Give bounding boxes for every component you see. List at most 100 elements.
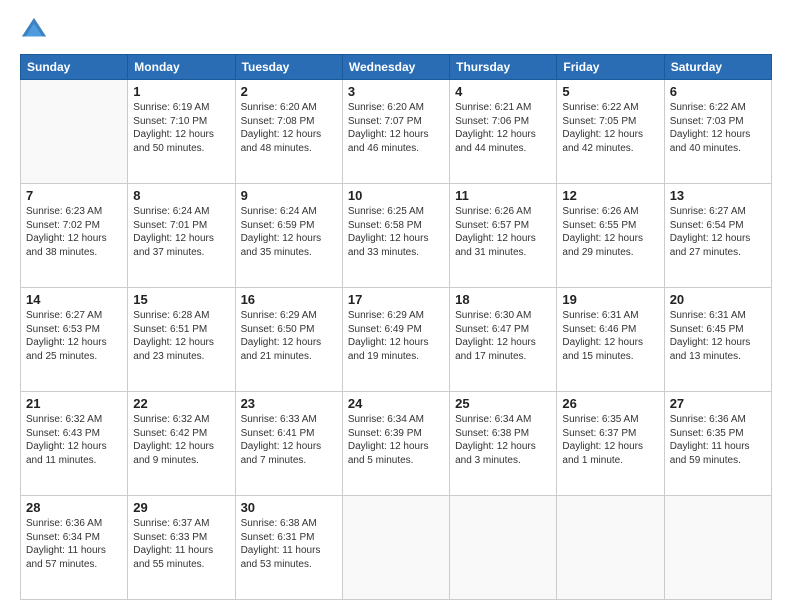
day-number: 27 [670, 396, 766, 411]
cell-details: Sunrise: 6:38 AMSunset: 6:31 PMDaylight:… [241, 517, 337, 571]
cell-details: Sunrise: 6:32 AMSunset: 6:42 PMDaylight:… [133, 413, 229, 467]
calendar-week-row: 14Sunrise: 6:27 AMSunset: 6:53 PMDayligh… [21, 288, 772, 392]
cell-details: Sunrise: 6:25 AMSunset: 6:58 PMDaylight:… [348, 205, 444, 259]
calendar-day-header: Sunday [21, 55, 128, 80]
calendar-cell: 21 Sunrise: 6:32 AMSunset: 6:43 PMDayligh… [21, 392, 128, 496]
calendar-cell: 3 Sunrise: 6:20 AMSunset: 7:07 PMDaylight… [342, 80, 449, 184]
calendar-cell: 5 Sunrise: 6:22 AMSunset: 7:05 PMDaylight… [557, 80, 664, 184]
calendar-cell: 12 Sunrise: 6:26 AMSunset: 6:55 PMDayligh… [557, 184, 664, 288]
calendar-cell: 15 Sunrise: 6:28 AMSunset: 6:51 PMDayligh… [128, 288, 235, 392]
calendar-cell: 22 Sunrise: 6:32 AMSunset: 6:42 PMDayligh… [128, 392, 235, 496]
header [20, 16, 772, 44]
day-number: 24 [348, 396, 444, 411]
day-number: 15 [133, 292, 229, 307]
cell-details: Sunrise: 6:20 AMSunset: 7:07 PMDaylight:… [348, 101, 444, 155]
calendar-cell: 14Sunrise: 6:27 AMSunset: 6:53 PMDayligh… [21, 288, 128, 392]
calendar-cell [557, 496, 664, 600]
day-number: 12 [562, 188, 658, 203]
day-number: 17 [348, 292, 444, 307]
calendar-day-header: Saturday [664, 55, 771, 80]
calendar-cell: 11 Sunrise: 6:26 AMSunset: 6:57 PMDayligh… [450, 184, 557, 288]
calendar-cell: 8 Sunrise: 6:24 AMSunset: 7:01 PMDaylight… [128, 184, 235, 288]
day-number: 28 [26, 500, 122, 515]
calendar-day-header: Monday [128, 55, 235, 80]
day-number: 18 [455, 292, 551, 307]
calendar-day-header: Thursday [450, 55, 557, 80]
day-number: 7 [26, 188, 122, 203]
cell-details: Sunrise: 6:31 AMSunset: 6:45 PMDaylight:… [670, 309, 766, 363]
calendar-cell: 18 Sunrise: 6:30 AMSunset: 6:47 PMDayligh… [450, 288, 557, 392]
calendar-cell: 23 Sunrise: 6:33 AMSunset: 6:41 PMDayligh… [235, 392, 342, 496]
cell-details: Sunrise: 6:34 AMSunset: 6:38 PMDaylight:… [455, 413, 551, 467]
calendar-cell: 19 Sunrise: 6:31 AMSunset: 6:46 PMDayligh… [557, 288, 664, 392]
calendar-cell: 2 Sunrise: 6:20 AMSunset: 7:08 PMDaylight… [235, 80, 342, 184]
calendar-header-row: SundayMondayTuesdayWednesdayThursdayFrid… [21, 55, 772, 80]
logo [20, 16, 52, 44]
cell-details: Sunrise: 6:22 AMSunset: 7:03 PMDaylight:… [670, 101, 766, 155]
calendar-week-row: 7 Sunrise: 6:23 AMSunset: 7:02 PMDaylight… [21, 184, 772, 288]
cell-details: Sunrise: 6:36 AMSunset: 6:35 PMDaylight:… [670, 413, 766, 467]
calendar-cell: 9Sunrise: 6:24 AMSunset: 6:59 PMDaylight… [235, 184, 342, 288]
day-number: 11 [455, 188, 551, 203]
calendar-cell [21, 80, 128, 184]
cell-details: Sunrise: 6:30 AMSunset: 6:47 PMDaylight:… [455, 309, 551, 363]
cell-details: Sunrise: 6:24 AMSunset: 7:01 PMDaylight:… [133, 205, 229, 259]
cell-details: Sunrise: 6:27 AMSunset: 6:54 PMDaylight:… [670, 205, 766, 259]
calendar-cell: 29 Sunrise: 6:37 AMSunset: 6:33 PMDayligh… [128, 496, 235, 600]
calendar-week-row: 1 Sunrise: 6:19 AMSunset: 7:10 PMDaylight… [21, 80, 772, 184]
cell-details: Sunrise: 6:28 AMSunset: 6:51 PMDaylight:… [133, 309, 229, 363]
day-number: 16 [241, 292, 337, 307]
calendar-cell [664, 496, 771, 600]
day-number: 22 [133, 396, 229, 411]
cell-details: Sunrise: 6:32 AMSunset: 6:43 PMDaylight:… [26, 413, 122, 467]
cell-details: Sunrise: 6:26 AMSunset: 6:55 PMDaylight:… [562, 205, 658, 259]
day-number: 20 [670, 292, 766, 307]
calendar-cell: 16 Sunrise: 6:29 AMSunset: 6:50 PMDayligh… [235, 288, 342, 392]
day-number: 9 [241, 188, 337, 203]
calendar-cell: 26 Sunrise: 6:35 AMSunset: 6:37 PMDayligh… [557, 392, 664, 496]
calendar-cell: 24Sunrise: 6:34 AMSunset: 6:39 PMDayligh… [342, 392, 449, 496]
cell-details: Sunrise: 6:19 AMSunset: 7:10 PMDaylight:… [133, 101, 229, 155]
day-number: 30 [241, 500, 337, 515]
cell-details: Sunrise: 6:26 AMSunset: 6:57 PMDaylight:… [455, 205, 551, 259]
day-number: 5 [562, 84, 658, 99]
calendar-cell: 25Sunrise: 6:34 AMSunset: 6:38 PMDayligh… [450, 392, 557, 496]
logo-icon [20, 16, 48, 44]
day-number: 21 [26, 396, 122, 411]
calendar-cell [450, 496, 557, 600]
day-number: 6 [670, 84, 766, 99]
calendar-week-row: 28 Sunrise: 6:36 AMSunset: 6:34 PMDayligh… [21, 496, 772, 600]
calendar-cell: 7 Sunrise: 6:23 AMSunset: 7:02 PMDaylight… [21, 184, 128, 288]
cell-details: Sunrise: 6:33 AMSunset: 6:41 PMDaylight:… [241, 413, 337, 467]
day-number: 2 [241, 84, 337, 99]
cell-details: Sunrise: 6:35 AMSunset: 6:37 PMDaylight:… [562, 413, 658, 467]
day-number: 23 [241, 396, 337, 411]
cell-details: Sunrise: 6:21 AMSunset: 7:06 PMDaylight:… [455, 101, 551, 155]
cell-details: Sunrise: 6:29 AMSunset: 6:49 PMDaylight:… [348, 309, 444, 363]
calendar-cell: 27 Sunrise: 6:36 AMSunset: 6:35 PMDayligh… [664, 392, 771, 496]
calendar-cell: 28 Sunrise: 6:36 AMSunset: 6:34 PMDayligh… [21, 496, 128, 600]
cell-details: Sunrise: 6:36 AMSunset: 6:34 PMDaylight:… [26, 517, 122, 571]
calendar-cell: 1 Sunrise: 6:19 AMSunset: 7:10 PMDaylight… [128, 80, 235, 184]
day-number: 1 [133, 84, 229, 99]
calendar-cell: 10 Sunrise: 6:25 AMSunset: 6:58 PMDayligh… [342, 184, 449, 288]
day-number: 29 [133, 500, 229, 515]
day-number: 4 [455, 84, 551, 99]
cell-details: Sunrise: 6:31 AMSunset: 6:46 PMDaylight:… [562, 309, 658, 363]
cell-details: Sunrise: 6:37 AMSunset: 6:33 PMDaylight:… [133, 517, 229, 571]
calendar-cell: 30 Sunrise: 6:38 AMSunset: 6:31 PMDayligh… [235, 496, 342, 600]
calendar-day-header: Friday [557, 55, 664, 80]
calendar-cell: 20 Sunrise: 6:31 AMSunset: 6:45 PMDayligh… [664, 288, 771, 392]
cell-details: Sunrise: 6:29 AMSunset: 6:50 PMDaylight:… [241, 309, 337, 363]
cell-details: Sunrise: 6:23 AMSunset: 7:02 PMDaylight:… [26, 205, 122, 259]
day-number: 10 [348, 188, 444, 203]
cell-details: Sunrise: 6:22 AMSunset: 7:05 PMDaylight:… [562, 101, 658, 155]
day-number: 26 [562, 396, 658, 411]
calendar-day-header: Wednesday [342, 55, 449, 80]
calendar-cell: 6 Sunrise: 6:22 AMSunset: 7:03 PMDaylight… [664, 80, 771, 184]
day-number: 8 [133, 188, 229, 203]
day-number: 19 [562, 292, 658, 307]
cell-details: Sunrise: 6:20 AMSunset: 7:08 PMDaylight:… [241, 101, 337, 155]
day-number: 13 [670, 188, 766, 203]
day-number: 3 [348, 84, 444, 99]
